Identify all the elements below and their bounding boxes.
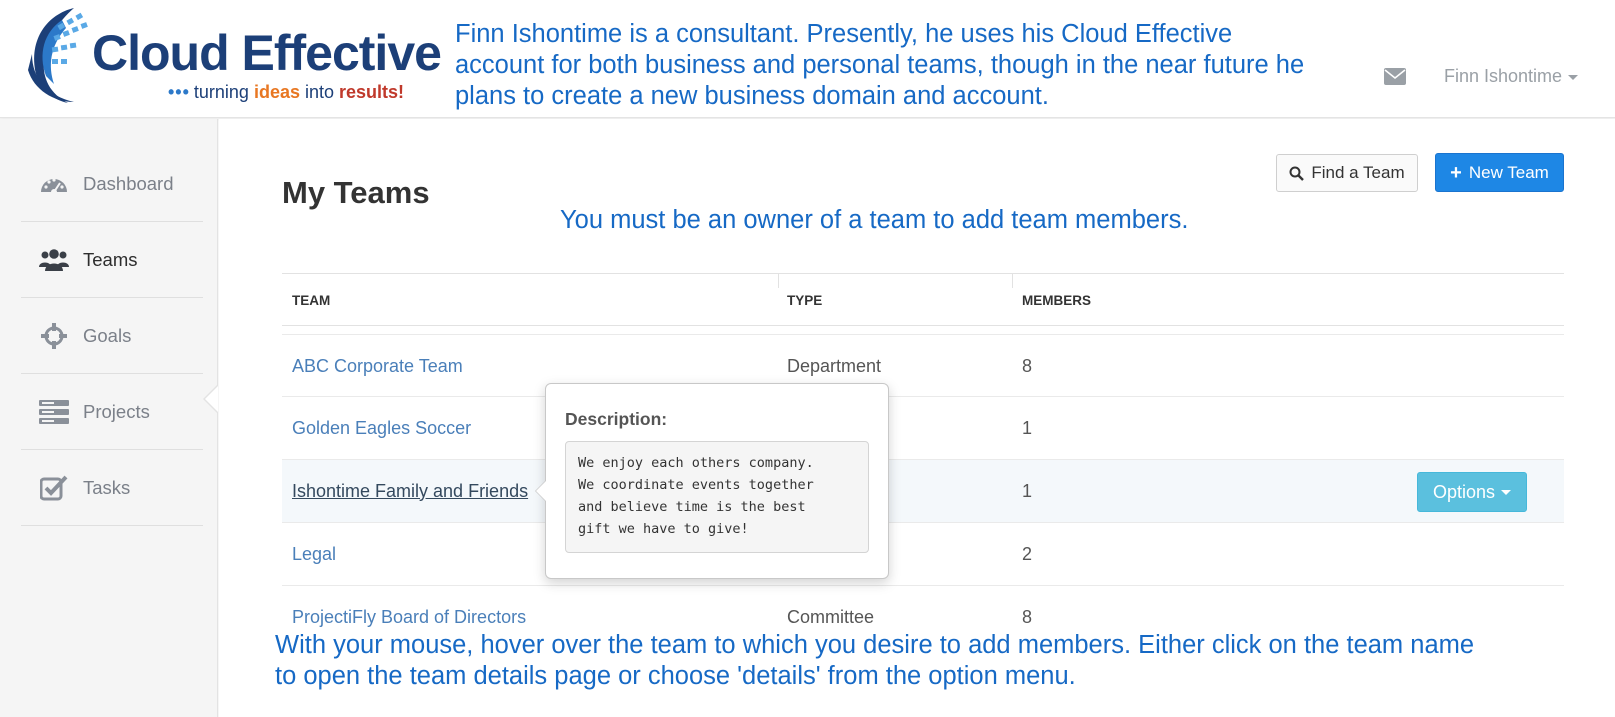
teams-table: TEAM TYPE MEMBERS ABC Corporate Team Dep… <box>282 273 1564 649</box>
crosshairs-icon <box>39 322 69 350</box>
column-header-type[interactable]: TYPE <box>787 274 822 326</box>
sidebar-item-label: Dashboard <box>83 173 174 194</box>
table-row[interactable]: Legal nt 2 <box>282 523 1564 586</box>
team-members-count: 1 <box>1022 480 1033 501</box>
chevron-down-icon <box>1501 489 1512 495</box>
new-team-label: New Team <box>1468 162 1549 182</box>
new-team-button[interactable]: + New Team <box>1435 153 1564 192</box>
sidebar-item-tasks[interactable]: Tasks <box>21 451 203 526</box>
team-name-link[interactable]: Ishontime Family and Friends <box>292 460 528 522</box>
popover-arrow <box>535 480 546 502</box>
annotation-line: Finn Ishontime is a consultant. Presentl… <box>455 20 1233 48</box>
team-description-text: We enjoy each others company. We coordin… <box>565 441 869 553</box>
options-dropdown-button[interactable]: Options <box>1417 472 1527 512</box>
search-icon <box>1289 166 1305 181</box>
main-content: My Teams Find a Team + New Team You must… <box>219 119 1615 717</box>
annotation-hover-instructions: With your mouse, hover over the team to … <box>275 630 1474 692</box>
dashboard-gauge-icon <box>39 170 69 198</box>
logo-tagline: ••• turning ideas into results! <box>168 83 404 101</box>
sidebar-item-goals[interactable]: Goals <box>21 299 203 374</box>
team-members-count: 2 <box>1022 543 1033 564</box>
sidebar-item-teams[interactable]: Teams <box>21 223 203 298</box>
sidebar-item-dashboard[interactable]: Dashboard <box>21 147 203 222</box>
logo-tagline-part2: ideas <box>253 82 300 102</box>
find-team-label: Find a Team <box>1311 163 1405 182</box>
sidebar-nav: Dashboard Teams Goals Projects Tasks <box>0 119 218 717</box>
table-row[interactable]: ABC Corporate Team Department 8 <box>282 334 1564 397</box>
logo-tagline-part4: results! <box>339 82 405 102</box>
plus-icon: + <box>1450 161 1462 184</box>
user-name: Finn Ishontime <box>1444 66 1563 86</box>
table-row[interactable]: Ishontime Family and Friends 1 Options <box>282 460 1564 523</box>
users-icon <box>39 246 69 274</box>
team-description-popover: Description: We enjoy each others compan… <box>535 383 889 579</box>
team-name-link[interactable]: ABC Corporate Team <box>292 335 463 397</box>
page-title: My Teams <box>282 175 430 210</box>
sidebar-item-label: Tasks <box>83 477 131 498</box>
sidebar-item-label: Teams <box>83 249 138 270</box>
sidebar-item-label: Goals <box>83 325 132 346</box>
team-members-count: 1 <box>1022 417 1033 438</box>
logo-tagline-part3: into <box>299 82 340 102</box>
annotation-line: account for both business and personal t… <box>455 51 1305 79</box>
app-header: Cloud Effective ••• turning ideas into re… <box>0 0 1615 118</box>
table-row[interactable]: Golden Eagles Soccer 1 <box>282 397 1564 460</box>
annotation-line: plans to create a new business domain an… <box>455 82 1049 110</box>
envelope-icon[interactable] <box>1384 68 1406 85</box>
team-name-link[interactable]: Legal <box>292 523 336 585</box>
column-divider <box>778 274 779 288</box>
options-label: Options <box>1432 481 1496 502</box>
chevron-down-icon <box>1568 74 1579 80</box>
server-stack-icon <box>39 398 69 426</box>
column-header-team[interactable]: TEAM <box>292 274 330 326</box>
table-header: TEAM TYPE MEMBERS <box>282 273 1564 326</box>
active-indicator-arrow <box>205 386 218 412</box>
logo-brand-text: Cloud Effective <box>92 25 442 81</box>
annotation-owner-note: You must be an owner of a team to add te… <box>560 206 1189 234</box>
team-members-count: 8 <box>1022 355 1033 376</box>
annotation-consultant-note: Finn Ishontime is a consultant. Presentl… <box>455 19 1355 112</box>
sidebar-item-label: Projects <box>83 401 150 422</box>
check-square-icon <box>39 474 69 502</box>
column-header-members[interactable]: MEMBERS <box>1022 274 1091 326</box>
annotation-line: With your mouse, hover over the team to … <box>275 631 1475 659</box>
annotation-line: to open the team details page or choose … <box>275 662 1076 690</box>
cloud-effective-logo[interactable]: Cloud Effective ••• turning ideas into re… <box>18 4 442 108</box>
logo-tagline-part1: turning <box>193 82 254 102</box>
find-team-button[interactable]: Find a Team <box>1276 154 1418 192</box>
popover-title: Description: <box>565 409 668 429</box>
user-menu-dropdown[interactable]: Finn Ishontime <box>1444 66 1579 87</box>
logo-tagline-dots: ••• <box>168 82 190 102</box>
sidebar-item-projects[interactable]: Projects <box>21 375 203 450</box>
column-divider <box>1012 274 1013 288</box>
cloud-swoosh-logo-icon <box>28 8 88 103</box>
team-name-link[interactable]: Golden Eagles Soccer <box>292 397 471 459</box>
